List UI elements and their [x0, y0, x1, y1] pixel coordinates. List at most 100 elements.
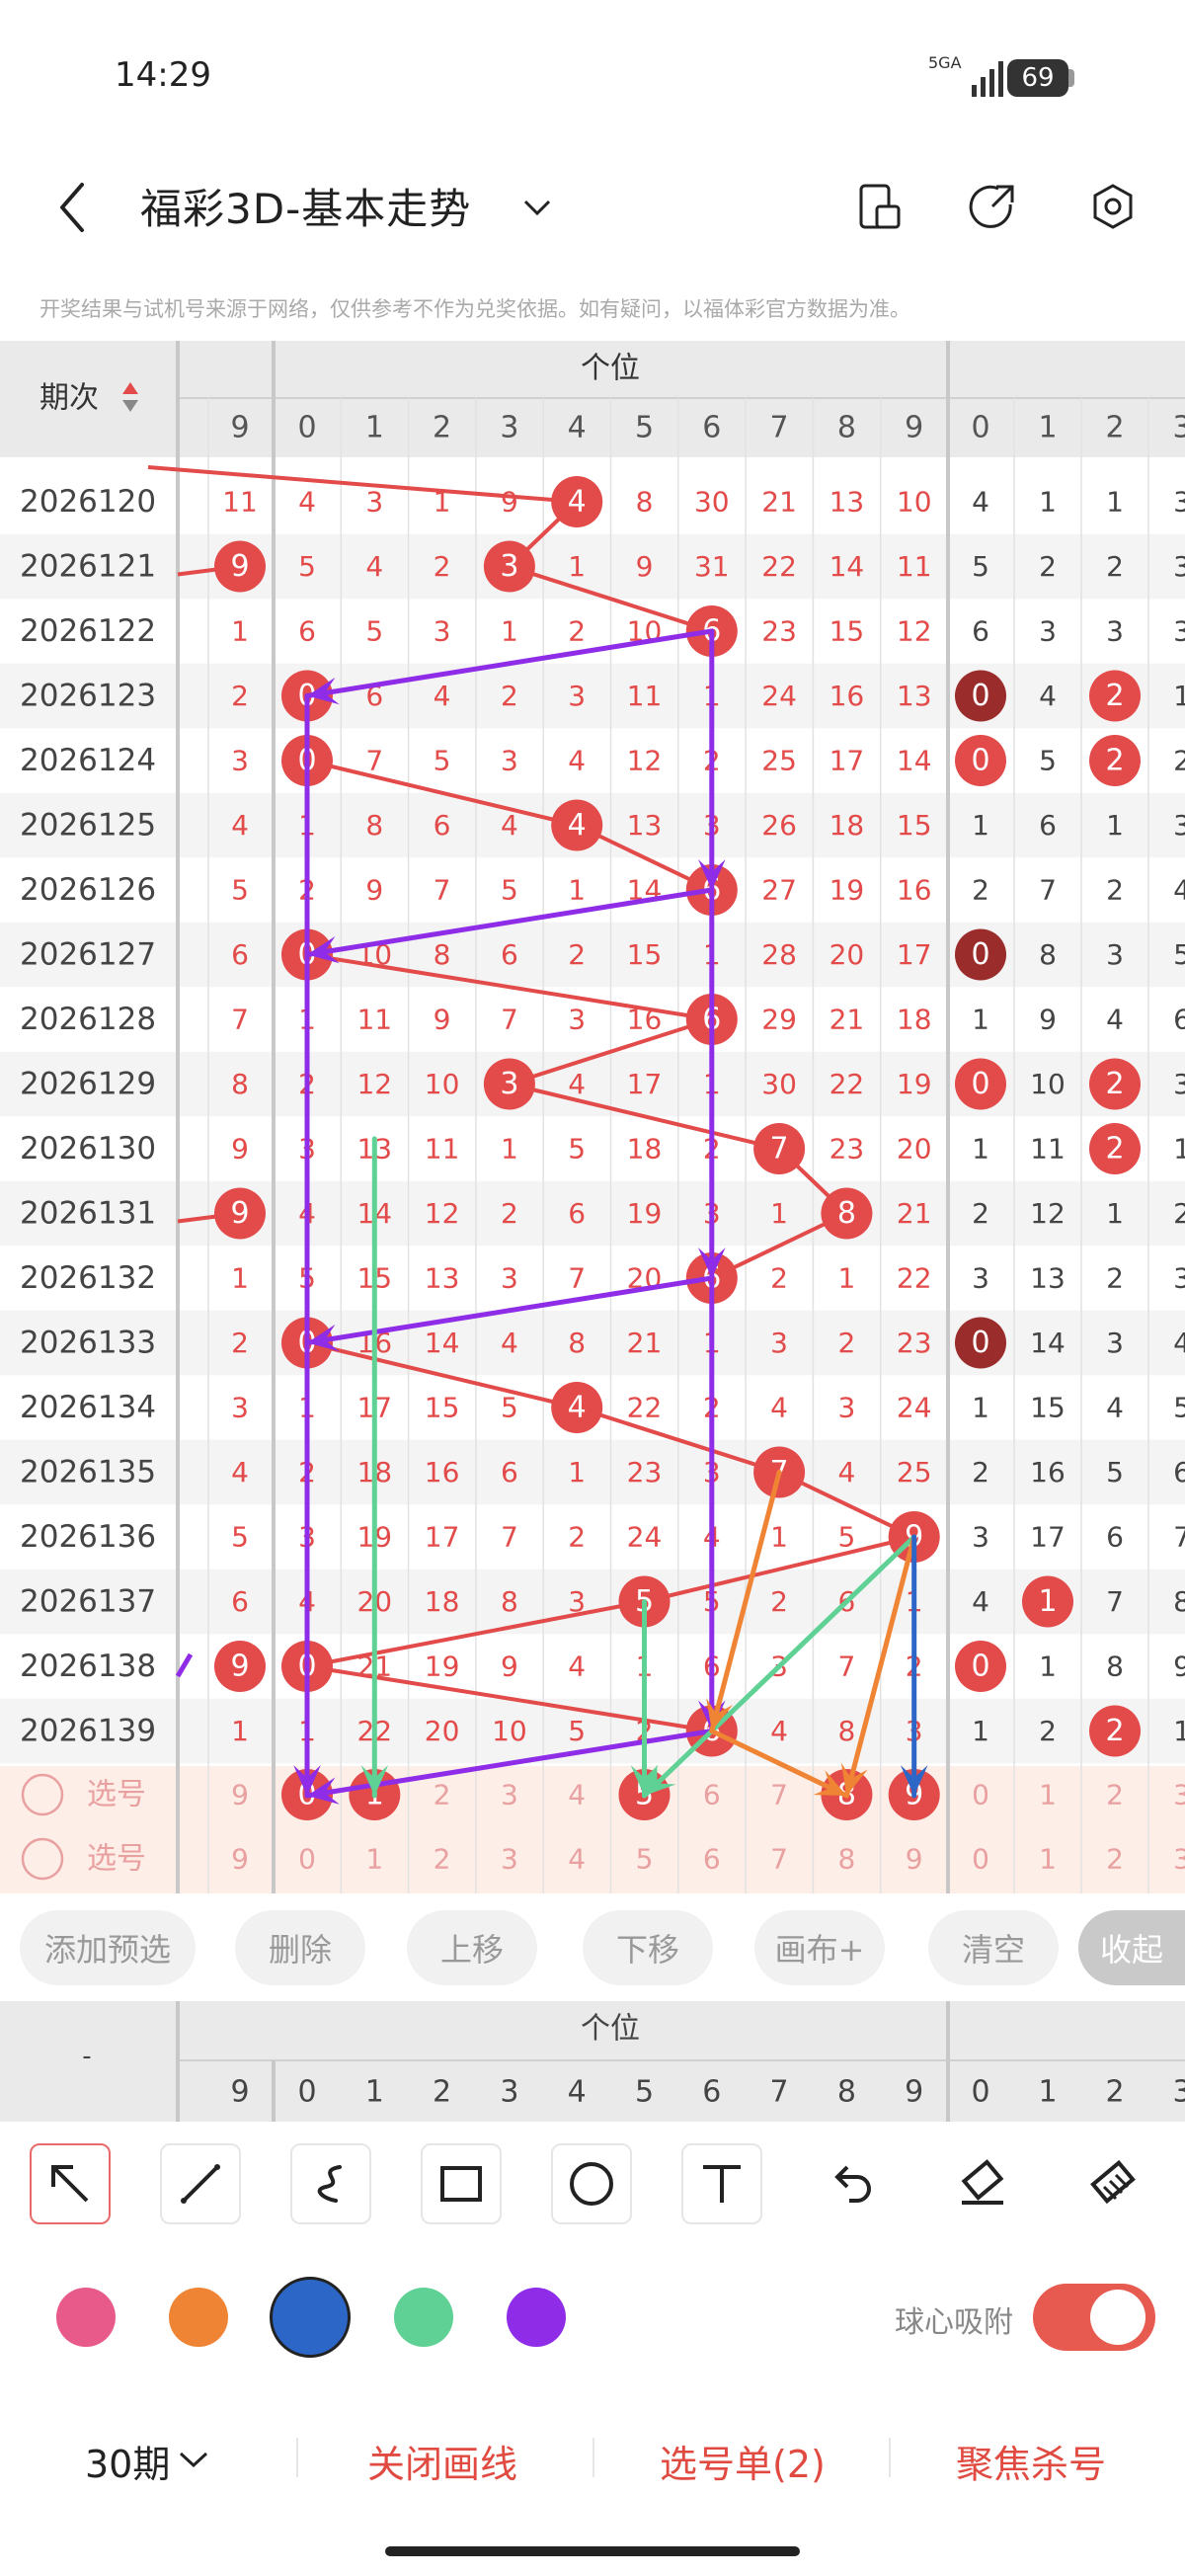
miss-cell: 6	[434, 809, 451, 842]
select-digit: 3	[1173, 1779, 1185, 1811]
rectangle-icon[interactable]	[421, 2143, 502, 2224]
right-cell: 12	[1030, 1197, 1066, 1230]
miss-cell: 23	[627, 1456, 663, 1489]
miss-cell: 11	[627, 680, 663, 712]
right-cell: 7	[1039, 874, 1057, 907]
miss-cell: 3	[501, 1262, 518, 1295]
right-cell: 14	[1030, 1327, 1066, 1359]
chevron-down-icon[interactable]	[174, 2440, 213, 2479]
miss-cell: 5	[837, 1521, 855, 1554]
miss-cell: 4	[770, 1715, 788, 1747]
right-cell: 2	[1173, 1197, 1185, 1230]
prev-cell: 2	[231, 1327, 249, 1359]
circle-icon[interactable]	[551, 2143, 632, 2224]
group-label: 个位	[581, 352, 640, 386]
line-icon[interactable]	[160, 2143, 241, 2224]
home-indicator	[385, 2546, 800, 2556]
miss-cell: 17	[627, 1068, 663, 1100]
collapse-button[interactable]: 收起	[1078, 1910, 1185, 1985]
right-cell: 4	[1173, 874, 1185, 907]
miss-cell: 20	[897, 1133, 932, 1166]
sticky-digit: 0	[971, 2075, 989, 2110]
ball-number: 3	[500, 549, 518, 584]
color-purple-swatch[interactable]	[507, 2288, 566, 2347]
select-digit: 0	[972, 1843, 989, 1876]
prev-cell: 4	[231, 809, 249, 842]
page-title[interactable]: 福彩3D-基本走势	[140, 176, 471, 236]
trend-grid[interactable]: 期次个位9 0 1 2 3 4 5 6 7 8 9 0 1 2 32026120 11 4 3 1 9 4 8 30 21 13…	[0, 341, 1185, 1893]
prev-cell: 3	[231, 745, 249, 777]
header-digit: 7	[770, 411, 789, 445]
select-digit: 1	[1039, 1779, 1057, 1811]
miss-cell: 24	[627, 1521, 663, 1554]
sticky-digit: 8	[837, 2075, 856, 2110]
miss-cell: 21	[761, 486, 797, 519]
miss-cell: 22	[897, 1262, 932, 1295]
miss-cell: 9	[434, 1004, 451, 1036]
back-icon[interactable]	[47, 178, 97, 237]
miss-cell: 12	[897, 615, 932, 648]
period-cell: 2026121	[20, 549, 156, 585]
right-cell: 15	[1030, 1392, 1066, 1424]
right-cell: 2	[1039, 1715, 1057, 1747]
move-up-button[interactable]: 上移	[407, 1910, 537, 1985]
miss-cell: 25	[897, 1456, 932, 1489]
header-digit: 2	[433, 411, 451, 445]
move-down-button[interactable]: 下移	[583, 1910, 713, 1985]
clear-icon[interactable]	[1072, 2143, 1153, 2224]
miss-cell: 4	[434, 680, 451, 712]
color-orange-swatch[interactable]	[169, 2288, 228, 2347]
clear-button[interactable]: 清空	[928, 1910, 1059, 1985]
right-cell: 4	[972, 1585, 989, 1618]
right-cell: 2	[972, 1456, 989, 1489]
trend-chart[interactable]: 期次 个位 9 0 1 2 3 4 5 6 7 8 9 0 1 2 3 2026120 11 4 3 1 9 4 8 30 21 13…	[0, 341, 1185, 1893]
miss-cell: 8	[365, 809, 383, 842]
period-cell: 2026122	[20, 613, 156, 649]
miss-cell: 17	[830, 745, 865, 777]
ball-number: 1	[1038, 1584, 1057, 1619]
right-cell: 11	[1030, 1133, 1066, 1166]
period-cell: 2026134	[20, 1390, 156, 1425]
sticky-left: -	[82, 2042, 91, 2071]
prev-cell: 6	[231, 1585, 249, 1618]
header-digit: 3	[1172, 411, 1185, 445]
sticky-digit: 3	[500, 2075, 518, 2110]
pick-list-button[interactable]: 选号单(2)	[660, 2434, 826, 2488]
focus-kill-button[interactable]: 聚焦杀号	[956, 2434, 1106, 2488]
color-blue-swatch[interactable]	[270, 2277, 351, 2358]
delete-button[interactable]: 删除	[235, 1910, 365, 1985]
miss-cell: 15	[897, 809, 932, 842]
prev-cell: 3	[231, 1392, 249, 1424]
miss-cell: 22	[830, 1068, 865, 1100]
ball-number: 0	[971, 679, 989, 713]
eraser-icon[interactable]	[942, 2143, 1023, 2224]
miss-cell: 18	[425, 1585, 460, 1618]
freehand-icon[interactable]	[290, 2143, 371, 2224]
period-cell: 2026127	[20, 937, 156, 973]
add-preset-button[interactable]: 添加预选	[20, 1910, 196, 1985]
color-green-swatch[interactable]	[394, 2288, 453, 2347]
ball-number: 0	[971, 1650, 989, 1684]
close-lines-button[interactable]: 关闭画线	[367, 2434, 517, 2488]
select-arrow-icon[interactable]	[30, 2143, 111, 2224]
settings-icon[interactable]	[1088, 182, 1138, 231]
select-label: 选号	[87, 1842, 146, 1877]
miss-cell: 3	[501, 745, 518, 777]
miss-cell: 7	[568, 1262, 586, 1295]
device-icon[interactable]	[855, 182, 905, 231]
periods-select[interactable]: 30期	[85, 2434, 170, 2488]
miss-cell: 23	[897, 1327, 932, 1359]
sticky-digit: 9	[905, 2075, 923, 2110]
text-icon[interactable]	[681, 2143, 762, 2224]
miss-cell: 1	[568, 550, 586, 583]
miss-cell: 14	[425, 1327, 460, 1359]
share-icon[interactable]	[968, 182, 1017, 231]
snap-toggle-knob[interactable]	[1090, 2290, 1146, 2345]
canvas-plus-button[interactable]: 画布+	[754, 1910, 885, 1985]
chevron-down-icon[interactable]	[517, 188, 557, 227]
miss-cell: 8	[434, 938, 451, 971]
color-pink-swatch[interactable]	[56, 2288, 116, 2347]
undo-icon[interactable]	[812, 2143, 893, 2224]
sticky-group-label: 个位	[581, 2012, 640, 2047]
period-cell: 2026125	[20, 808, 156, 844]
